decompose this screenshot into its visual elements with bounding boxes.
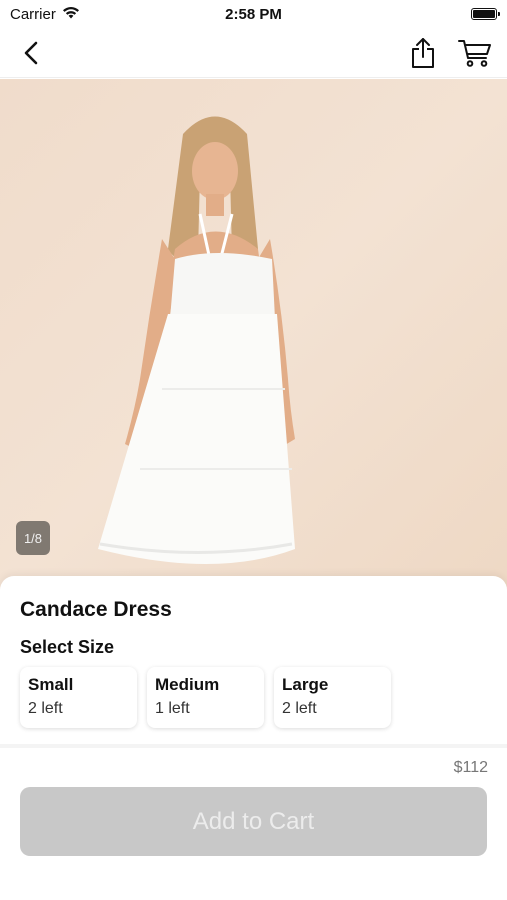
size-option-large[interactable]: Large 2 left	[274, 667, 391, 728]
share-button[interactable]	[405, 35, 441, 71]
status-left: Carrier	[10, 6, 80, 23]
cart-button[interactable]	[457, 35, 493, 71]
add-to-cart-button[interactable]: Add to Cart	[20, 787, 487, 856]
size-name: Small	[28, 675, 74, 694]
share-icon	[412, 37, 434, 68]
nav-actions	[405, 35, 493, 71]
cart-icon	[458, 39, 491, 67]
divider	[0, 744, 507, 748]
size-name: Medium	[155, 675, 220, 694]
battery-icon	[471, 8, 500, 20]
carrier-label: Carrier	[10, 5, 56, 23]
product-image[interactable]: 1/8	[0, 79, 507, 599]
back-button[interactable]	[14, 35, 50, 71]
nav-bar	[0, 28, 507, 78]
image-counter: 1/8	[16, 521, 50, 555]
size-options: Small 2 left Medium 1 left Large 2 left	[20, 667, 391, 728]
product-title: Candace Dress	[20, 598, 172, 621]
status-bar: Carrier 2:58 PM	[0, 0, 507, 28]
product-price: $112	[453, 759, 488, 776]
wifi-icon	[62, 6, 80, 23]
size-stock: 1 left	[155, 700, 190, 717]
product-detail-sheet: Candace Dress Select Size Small 2 left M…	[0, 576, 507, 900]
dress-photo	[98, 116, 295, 564]
size-stock: 2 left	[28, 700, 63, 717]
size-stock: 2 left	[282, 700, 317, 717]
size-option-small[interactable]: Small 2 left	[20, 667, 137, 728]
size-name: Large	[282, 675, 329, 694]
select-size-label: Select Size	[20, 637, 115, 657]
size-option-medium[interactable]: Medium 1 left	[147, 667, 264, 728]
chevron-left-icon	[24, 41, 38, 64]
